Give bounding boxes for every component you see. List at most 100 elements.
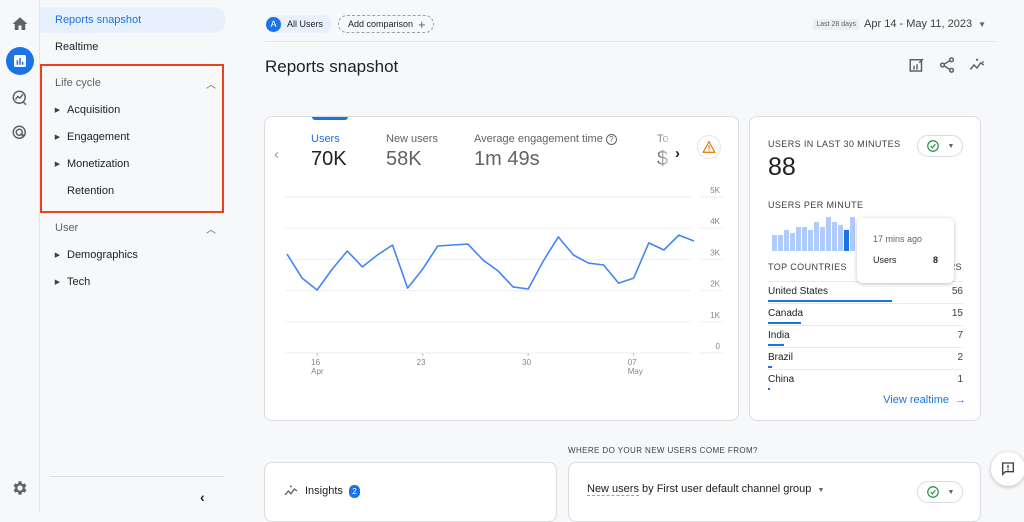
customize-report-icon[interactable] [908, 56, 926, 74]
country-name: China [768, 374, 794, 385]
segment-label: All Users [287, 19, 323, 29]
header-divider [265, 41, 995, 42]
caret-down-icon: ▼ [948, 143, 955, 150]
country-row: United States 56 [768, 281, 963, 303]
collapse-nav-button[interactable]: ‹ [200, 489, 205, 505]
minute-bar[interactable] [832, 222, 837, 251]
section-user[interactable]: User ︿ [40, 217, 226, 239]
minute-bar[interactable] [802, 227, 807, 251]
country-bar [768, 366, 772, 368]
add-comparison-button[interactable]: Add comparison + [338, 15, 434, 33]
page-actions [908, 56, 986, 74]
x-tick-label: 23 [417, 358, 426, 367]
minute-bar[interactable] [784, 230, 789, 251]
country-bar [768, 388, 770, 390]
home-icon[interactable] [6, 10, 34, 38]
realtime-users-caption: USERS IN LAST 30 MINUTES [768, 139, 900, 149]
nav-label: Demographics [67, 249, 138, 261]
date-range-text: Apr 14 - May 11, 2023 [864, 18, 972, 30]
insights-card[interactable]: Insights 2 [264, 462, 557, 522]
country-users: 56 [952, 286, 963, 297]
data-quality-dropdown[interactable]: ▼ [917, 481, 963, 503]
nav-label: Tech [67, 276, 90, 288]
metric-selector[interactable]: New users [587, 483, 639, 496]
new-users-channel-card: New users by First user default channel … [568, 462, 981, 522]
nav-tech[interactable]: ▶ Tech [40, 271, 226, 293]
feedback-icon [1000, 461, 1016, 477]
y-tick-label: 0 [716, 342, 721, 351]
expand-triangle-icon: ▶ [48, 251, 67, 259]
new-users-section-caption: WHERE DO YOUR NEW USERS COME FROM? [568, 446, 758, 455]
minute-bar[interactable] [790, 233, 795, 251]
data-quality-dropdown[interactable]: ▼ [917, 135, 963, 157]
expand-triangle-icon: ▶ [48, 278, 67, 286]
y-tick-label: 4K [710, 217, 720, 226]
segment-chip-all-users[interactable]: A All Users [265, 15, 332, 33]
nav-demographics[interactable]: ▶ Demographics [40, 244, 226, 266]
country-name: Brazil [768, 352, 793, 363]
page-title: Reports snapshot [265, 57, 398, 77]
section-title: User [55, 222, 78, 234]
icon-rail [0, 0, 40, 512]
arrow-right-icon: → [955, 394, 966, 406]
y-tick-label: 1K [710, 311, 720, 320]
advertising-icon[interactable] [6, 119, 34, 147]
minute-bar[interactable] [826, 217, 831, 251]
minute-bar[interactable] [850, 217, 855, 251]
users-line-chart: 01K2K3K4K5K16Apr233007May [265, 117, 739, 421]
nav-reports-snapshot[interactable]: Reports snapshot [40, 7, 226, 33]
share-icon[interactable] [938, 56, 956, 74]
x-tick-sublabel: Apr [311, 367, 324, 376]
insights-count-badge: 2 [349, 485, 360, 498]
country-row: China 1 [768, 369, 963, 391]
x-tick-sublabel: May [628, 367, 643, 376]
country-row: India7 [768, 325, 963, 347]
country-bar [768, 300, 892, 302]
country-bar [768, 322, 801, 324]
nav-realtime[interactable]: Realtime [40, 34, 226, 60]
users-per-minute-caption: USERS PER MINUTE [768, 200, 863, 210]
view-realtime-link[interactable]: View realtime → [883, 394, 966, 406]
top-countries-caption: TOP COUNTRIES [768, 262, 847, 272]
date-range-picker[interactable]: Last 28 days Apr 14 - May 11, 2023 ▼ [813, 18, 986, 30]
country-users: 1 [957, 374, 963, 385]
chevron-up-icon: ︿ [206, 221, 216, 236]
explore-icon[interactable] [6, 84, 34, 112]
country-users: 2 [957, 352, 963, 363]
realtime-users-value: 88 [768, 153, 796, 182]
minute-bar[interactable] [838, 225, 843, 251]
minute-bar[interactable] [772, 235, 777, 251]
caret-down-icon: ▼ [948, 489, 955, 496]
country-row: Canada 15 [768, 303, 963, 325]
country-name: Canada [768, 308, 803, 319]
insights-icon[interactable] [968, 56, 986, 74]
y-tick-label: 3K [710, 248, 720, 257]
caret-down-icon: ▼ [817, 487, 824, 494]
check-circle-icon [926, 139, 940, 153]
reports-icon[interactable] [6, 47, 34, 75]
tooltip-time: 17 mins ago [873, 234, 922, 244]
tooltip-value: 8 [933, 255, 938, 265]
tooltip-label: Users [873, 255, 897, 265]
minute-bar[interactable] [844, 230, 849, 251]
view-realtime-label: View realtime [883, 394, 949, 406]
minute-bar[interactable] [814, 222, 819, 251]
nav-divider [50, 476, 224, 477]
minute-bar[interactable] [796, 227, 801, 251]
series-line-users [287, 235, 694, 290]
add-comparison-label: Add comparison [348, 19, 413, 29]
settings-icon[interactable] [6, 474, 34, 502]
minute-bar[interactable] [778, 235, 783, 251]
country-name: United States [768, 286, 828, 297]
country-users: 15 [952, 308, 963, 319]
check-circle-icon [926, 485, 940, 499]
country-users: 7 [957, 330, 963, 341]
minute-bar[interactable] [820, 227, 825, 251]
minute-bar[interactable] [808, 230, 813, 251]
new-users-card-title[interactable]: New users by First user default channel … [587, 483, 824, 495]
y-tick-label: 5K [710, 186, 720, 195]
feedback-button[interactable] [991, 452, 1024, 486]
date-preset-badge: Last 28 days [813, 19, 859, 30]
country-bar [768, 344, 784, 346]
insights-sparkle-icon [283, 483, 299, 499]
